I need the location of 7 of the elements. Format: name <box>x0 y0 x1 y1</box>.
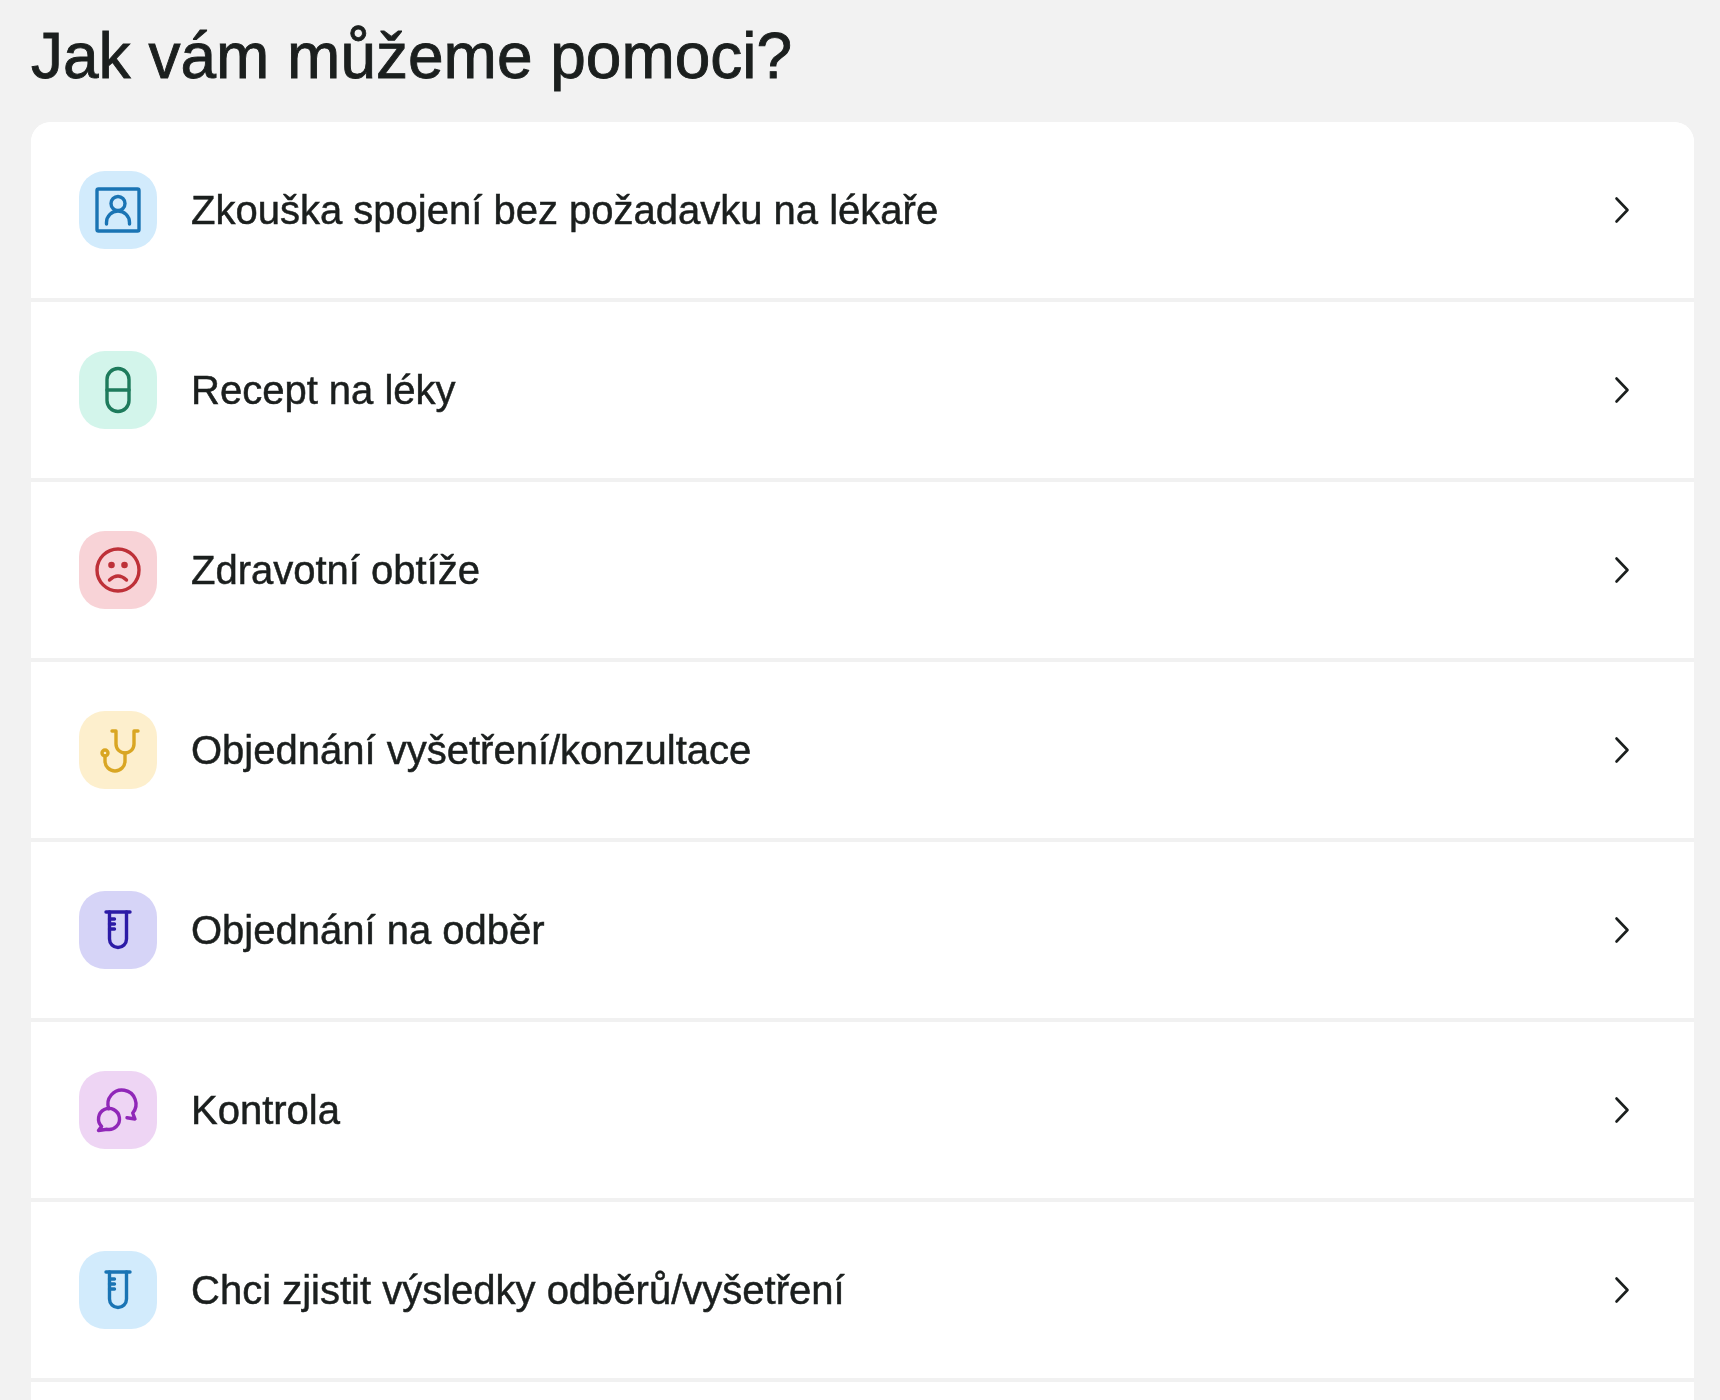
chevron-right-icon <box>1614 916 1630 944</box>
chevron-right-icon <box>1614 1276 1630 1304</box>
chevron-right-icon <box>1614 1096 1630 1124</box>
chevron-right-icon <box>1614 376 1630 404</box>
chevron-right-icon <box>1614 736 1630 764</box>
chevron-right-icon <box>1614 196 1630 224</box>
chevron-right-icon <box>1614 556 1630 584</box>
